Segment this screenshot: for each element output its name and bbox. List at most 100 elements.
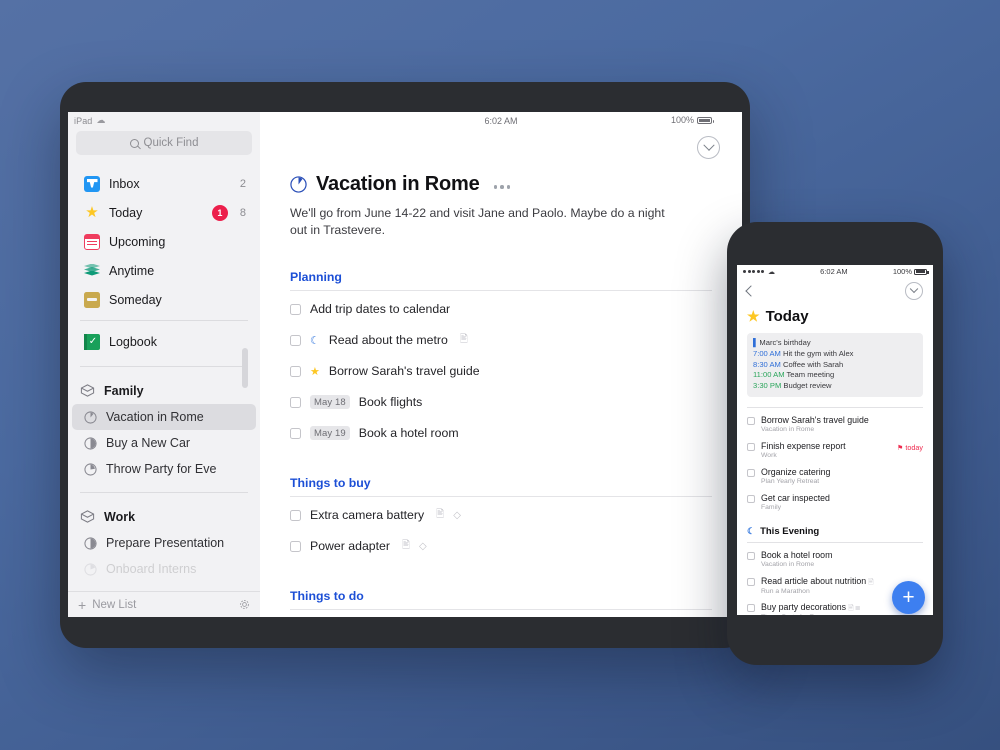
sidebar-area-work[interactable]: Work [68, 503, 260, 530]
new-list-button[interactable]: + New List [78, 598, 136, 612]
task-row[interactable]: Get car inspected Family [747, 493, 923, 512]
sidebar-divider-3 [80, 492, 248, 493]
task-row[interactable]: Power adapter 🖹 ◇ [290, 534, 712, 559]
task-checkbox[interactable] [290, 540, 301, 552]
sidebar: iPad ☁ Quick Find Inbox 2 ★ Today 1 8 Up… [68, 112, 260, 617]
task-title-text: Read article about nutrition [761, 575, 867, 586]
task-row[interactable]: Finish expense report Work ⚑ today [747, 441, 923, 460]
sidebar-item-prepare-presentation[interactable]: Prepare Presentation [72, 530, 256, 556]
status-device-label: iPad [74, 115, 93, 126]
search-input[interactable]: Quick Find [76, 131, 252, 155]
task-checkbox[interactable] [290, 334, 301, 346]
today-view: ★ Today ▌Marc's birthday 7:00 AM Hit the… [737, 304, 933, 615]
sidebar-item-someday[interactable]: Someday [72, 285, 256, 314]
calendar-event: 3:30 PM Budget review [753, 381, 917, 392]
task-checkbox[interactable] [290, 427, 301, 439]
status-time: 6:02 AM [484, 115, 518, 126]
task-title: Get car inspected [761, 492, 830, 503]
task-project: Work [761, 451, 777, 459]
task-checkbox[interactable] [747, 604, 755, 613]
calendar-card[interactable]: ▌Marc's birthday 7:00 AM Hit the gym wit… [747, 333, 923, 397]
sidebar-item-upcoming[interactable]: Upcoming [72, 227, 256, 256]
task-checkbox[interactable] [747, 577, 755, 586]
project-pie-icon [84, 436, 97, 450]
task-row[interactable]: Add trip dates to calendar [290, 297, 712, 322]
battery-percent: 100% [892, 267, 912, 276]
task-checkbox[interactable] [290, 509, 301, 521]
chevron-down-circle-icon[interactable] [697, 136, 720, 159]
calendar-event-time: 8:30 AM [753, 359, 781, 369]
area-hexagon-icon [80, 509, 95, 524]
task-checkbox[interactable] [747, 551, 755, 560]
task-checkbox[interactable] [290, 396, 301, 408]
task-title: Power adapter [310, 539, 390, 554]
task-checkbox[interactable] [747, 468, 755, 477]
project-label: Throw Party for Eve [106, 462, 217, 476]
back-chevron-icon[interactable] [745, 285, 757, 297]
task-title: Book a hotel room [761, 549, 833, 560]
project-label: Buy a New Car [106, 436, 191, 450]
due-date-badge: May 19 [310, 426, 350, 441]
task-project: Vacation in Rome [761, 426, 815, 434]
task-title: Book flights [358, 395, 423, 410]
scrollbar[interactable] [242, 348, 248, 388]
sidebar-item-today[interactable]: ★ Today 1 8 [72, 198, 256, 227]
star-icon: ★ [85, 203, 99, 221]
project-notes[interactable]: We'll go from June 14-22 and visit Jane … [290, 205, 670, 240]
iphone-screen: ☁ 6:02 AM 100% ★ Today ▌Marc's birthday … [737, 265, 933, 615]
task-project: Throw Party for Eve [761, 614, 861, 615]
task-row[interactable]: ☾ Read about the metro 🖹 [290, 328, 712, 353]
task-checkbox[interactable] [747, 416, 755, 425]
plus-icon: + [78, 596, 87, 613]
sidebar-item-logbook[interactable]: Logbook [72, 327, 256, 356]
add-button[interactable]: + [892, 581, 925, 615]
all-day-bar-icon: ▌ [753, 338, 759, 347]
sidebar-item-vacation-in-rome[interactable]: Vacation in Rome [72, 404, 256, 430]
sidebar-nav-list: Inbox 2 ★ Today 1 8 Upcoming Anytime Som… [68, 155, 260, 582]
section-rule [290, 608, 712, 610]
task-row[interactable]: Extra camera battery 🖹 ◇ [290, 503, 712, 528]
task-row[interactable]: Organize catering Plan Yearly Retreat [747, 467, 923, 486]
task-project: Family [761, 503, 782, 511]
project-label: Prepare Presentation [106, 536, 225, 550]
task-row[interactable]: Borrow Sarah's travel guide Vacation in … [747, 415, 923, 434]
task-checkbox[interactable] [290, 365, 301, 377]
task-row[interactable]: Take a cooking class [290, 616, 712, 617]
calendar-event-title: Marc's birthday [759, 338, 811, 347]
wifi-icon: ☁ [768, 268, 775, 276]
task-checkbox[interactable] [290, 303, 301, 315]
sidebar-item-throw-party-for-eve[interactable]: Throw Party for Eve [72, 456, 256, 482]
note-icon: 🖹 [459, 333, 468, 345]
note-icon: 🖹 [401, 539, 411, 551]
task-row[interactable]: ★ Borrow Sarah's travel guide [290, 359, 712, 384]
checklist-icon: ≣ [854, 605, 861, 613]
sidebar-item-label: Anytime [109, 263, 155, 278]
section-rule [747, 406, 923, 408]
calendar-event-title: Coffee with Sarah [783, 359, 844, 369]
task-checkbox[interactable] [747, 442, 755, 451]
sidebar-item-label: Logbook [109, 334, 157, 349]
chevron-down-circle-icon[interactable] [905, 282, 923, 300]
calendar-event-time: 7:00 AM [753, 348, 781, 358]
sidebar-footer: + New List [68, 591, 260, 617]
sidebar-item-anytime[interactable]: Anytime [72, 256, 256, 285]
task-row[interactable]: May 18 Book flights [290, 390, 712, 415]
box-icon [84, 291, 100, 308]
battery-indicator: 100% [671, 115, 714, 125]
calendar-event-title: Budget review [783, 381, 832, 391]
chevron-down-glyph [909, 284, 919, 294]
task-row[interactable]: Book a hotel room Vacation in Rome [747, 550, 923, 569]
task-title: Borrow Sarah's travel guide [761, 414, 869, 425]
sidebar-item-inbox[interactable]: Inbox 2 [72, 169, 256, 198]
gear-icon[interactable] [239, 599, 250, 610]
note-icon: 🖹 [868, 578, 874, 586]
sidebar-item-buy-a-new-car[interactable]: Buy a New Car [72, 430, 256, 456]
section-rule [747, 541, 923, 543]
moon-icon: ☾ [310, 334, 320, 347]
calendar-event: 11:00 AM Team meeting [753, 370, 917, 381]
task-row[interactable]: May 19 Book a hotel room [290, 421, 712, 446]
sidebar-item-onboard-interns[interactable]: Onboard Interns [72, 556, 256, 582]
task-checkbox[interactable] [747, 494, 755, 503]
more-options-icon[interactable] [493, 185, 511, 189]
sidebar-area-family[interactable]: Family [68, 377, 260, 404]
